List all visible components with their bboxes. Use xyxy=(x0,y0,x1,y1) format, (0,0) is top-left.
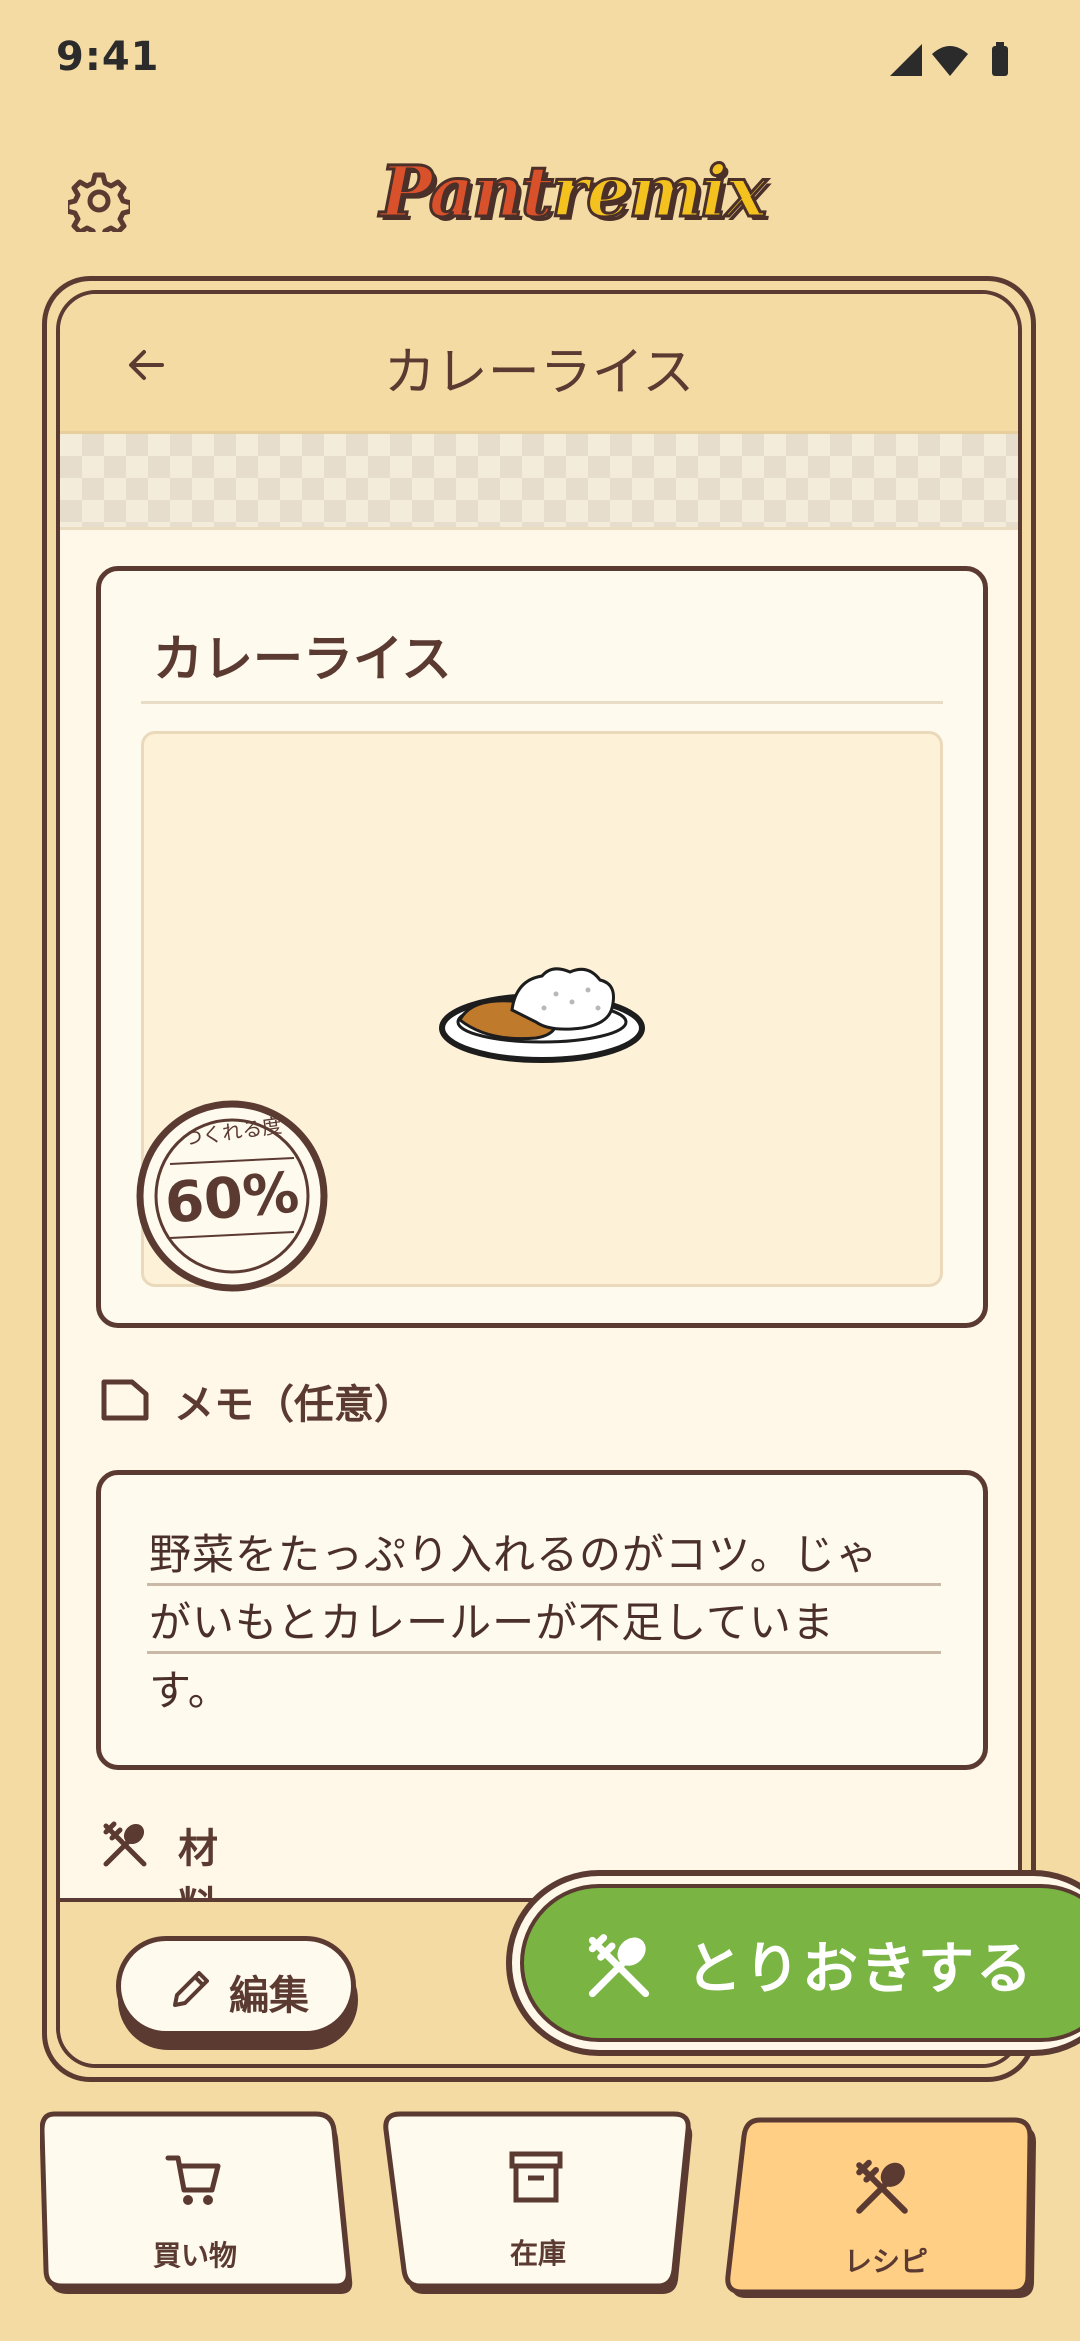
fork-spoon-icon xyxy=(588,1934,650,1998)
nav-item-recipes[interactable]: レシピ xyxy=(724,2116,1040,2302)
recipe-card: カレーライス つくれる度 60% xyxy=(96,566,988,1328)
signal-icon xyxy=(890,44,922,76)
memo-line-3: す。 xyxy=(149,1666,231,1715)
memo-line-2: がいもとカレールーが不足していま xyxy=(149,1598,835,1647)
divider xyxy=(141,701,943,704)
archive-box-icon xyxy=(509,2151,563,2203)
nav-label-recipes: レシピ xyxy=(843,2245,928,2278)
nav-item-inventory[interactable]: 在庫 xyxy=(380,2110,696,2298)
memo-field[interactable]: 野菜をたっぷり入れるのがコツ。じゃ がいもとカレールーが不足していま す。 xyxy=(96,1470,988,1770)
gear-icon[interactable] xyxy=(68,170,130,232)
edit-button[interactable]: 編集 xyxy=(116,1936,356,2036)
panel-topbar: カレーライス xyxy=(60,294,1018,434)
recipe-panel: カレーライス カレーライス つくれる度 60% メモ（任意） 野菜をたっぷり入れ… xyxy=(56,290,1022,2068)
nav-label-shopping: 買い物 xyxy=(152,2239,237,2272)
fork-spoon-icon xyxy=(103,1821,147,1867)
recipe-title: カレーライス xyxy=(153,630,452,688)
memo-rule xyxy=(147,1583,941,1586)
logo-part-2: remix xyxy=(550,149,769,235)
page-title: カレーライス xyxy=(383,343,695,403)
memo-line-1: 野菜をたっぷり入れるのがコツ。じゃ xyxy=(149,1530,879,1579)
memo-label: メモ（任意） xyxy=(174,1382,414,1428)
logo-part-1: Pant xyxy=(378,149,554,235)
edit-label: 編集 xyxy=(229,1973,309,2019)
status-icons xyxy=(890,42,1008,76)
note-icon xyxy=(101,1379,149,1421)
cart-icon xyxy=(165,2155,221,2205)
app-logo: Pantremix xyxy=(378,149,768,240)
save-button[interactable]: とりおきする xyxy=(520,1884,1080,2042)
nav-label-inventory: 在庫 xyxy=(509,2237,566,2270)
status-time: 9:41 xyxy=(56,34,160,80)
memo-rule xyxy=(147,1651,941,1654)
curry-rice-illustration xyxy=(439,967,645,1063)
pencil-icon xyxy=(173,1971,209,2007)
save-label: とりおきする xyxy=(686,1937,1034,2002)
cookability-badge: つくれる度 60% xyxy=(134,1098,330,1294)
fork-spoon-icon xyxy=(856,2159,908,2214)
checker-pattern xyxy=(60,434,1018,530)
battery-icon xyxy=(992,46,1008,76)
nav-item-shopping[interactable]: 買い物 xyxy=(40,2110,362,2298)
wifi-icon xyxy=(932,46,968,76)
recipe-image: つくれる度 60% xyxy=(136,731,943,1292)
